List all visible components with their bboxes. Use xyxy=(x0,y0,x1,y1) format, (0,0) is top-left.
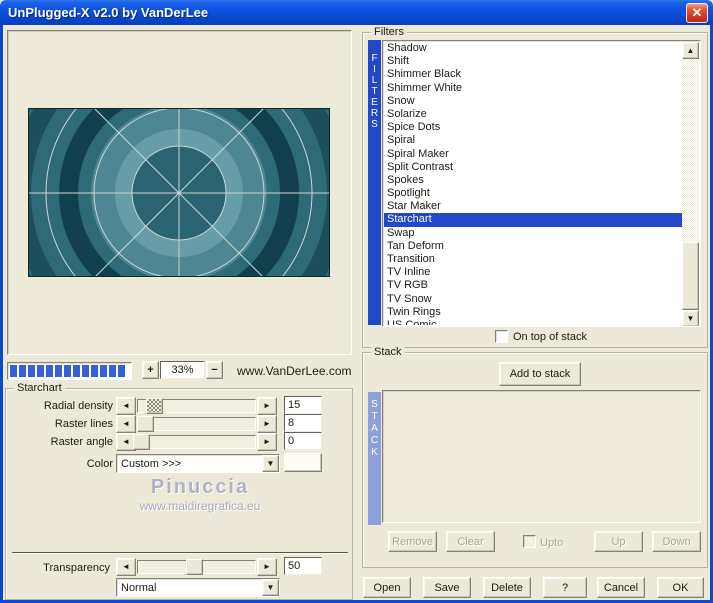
raster-lines-thumb[interactable] xyxy=(137,416,154,432)
filter-item[interactable]: Snow xyxy=(384,95,682,108)
chevron-down-icon[interactable]: ▼ xyxy=(262,579,279,596)
up-button[interactable]: Up xyxy=(594,531,643,552)
window-title: UnPlugged-X v2.0 by VanDerLee xyxy=(8,5,208,20)
radial-density-right-arrow[interactable]: ► xyxy=(257,397,277,415)
filter-scrollbar-thumb[interactable] xyxy=(682,242,699,310)
filters-group-label: Filters xyxy=(371,26,407,38)
zoom-level-field[interactable]: 33% xyxy=(160,361,205,379)
transparency-thumb[interactable] xyxy=(186,559,203,575)
watermark-site: www.maidiregrafica.eu xyxy=(55,499,345,513)
filter-item[interactable]: Spice Dots xyxy=(384,121,682,134)
cancel-button[interactable]: Cancel xyxy=(597,577,645,598)
separator-line xyxy=(12,552,348,554)
ok-button[interactable]: OK xyxy=(657,577,704,598)
filter-item[interactable]: Spiral Maker xyxy=(384,148,682,161)
filter-item[interactable]: Shadow xyxy=(384,42,682,55)
raster-lines-slider[interactable] xyxy=(137,417,256,431)
dialog-window: UnPlugged-X v2.0 by VanDerLee ✕ xyxy=(0,0,713,603)
transparency-left-arrow[interactable]: ◄ xyxy=(116,558,136,576)
on-top-of-stack-checkbox[interactable] xyxy=(495,330,508,343)
help-button[interactable]: ? xyxy=(543,577,587,598)
radial-density-value[interactable]: 15 xyxy=(284,396,322,414)
down-button[interactable]: Down xyxy=(652,531,701,552)
filter-item[interactable]: Split Contrast xyxy=(384,161,682,174)
raster-lines-right-arrow[interactable]: ► xyxy=(257,415,277,433)
zoom-in-button[interactable]: + xyxy=(142,361,159,379)
raster-angle-thumb[interactable] xyxy=(133,434,150,450)
stack-listbox[interactable] xyxy=(382,390,701,523)
radial-density-thumb[interactable] xyxy=(146,398,163,414)
open-button[interactable]: Open xyxy=(363,577,411,598)
window-border-left xyxy=(0,25,3,603)
scroll-down-icon[interactable]: ▼ xyxy=(682,310,699,327)
filter-listbox[interactable]: ShadowShiftShimmer BlackShimmer WhiteSno… xyxy=(382,40,701,327)
starchart-preview-graphic xyxy=(29,109,329,276)
filter-item[interactable]: Solarize xyxy=(384,108,682,121)
raster-angle-slider[interactable] xyxy=(137,435,256,449)
transparency-label: Transparency xyxy=(10,562,110,574)
scroll-up-icon[interactable]: ▲ xyxy=(682,42,699,59)
remove-button[interactable]: Remove xyxy=(388,531,437,552)
preview-image[interactable] xyxy=(28,108,330,277)
watermark-name: Pinuccia xyxy=(55,476,345,499)
blend-mode-dropdown[interactable]: Normal ▼ xyxy=(116,578,280,597)
progress-bar xyxy=(7,362,132,380)
filter-item[interactable]: Spokes xyxy=(384,174,682,187)
filter-scrollbar[interactable]: ▲ ▼ xyxy=(682,42,699,327)
filter-item[interactable]: Shift xyxy=(384,55,682,68)
radial-density-label: Radial density xyxy=(10,400,113,412)
filter-item[interactable]: Shimmer White xyxy=(384,82,682,95)
title-bar[interactable]: UnPlugged-X v2.0 by VanDerLee xyxy=(0,0,713,25)
raster-angle-value[interactable]: 0 xyxy=(284,432,322,450)
filter-item[interactable]: Transition xyxy=(384,253,682,266)
filter-item[interactable]: Shimmer Black xyxy=(384,68,682,81)
raster-lines-value[interactable]: 8 xyxy=(284,414,322,432)
filter-item[interactable]: TV Inline xyxy=(384,266,682,279)
raster-angle-label: Raster angle xyxy=(10,436,113,448)
delete-button[interactable]: Delete xyxy=(483,577,531,598)
stack-group-label: Stack xyxy=(371,346,405,358)
color-dropdown-value: Custom >>> xyxy=(117,458,262,470)
raster-angle-right-arrow[interactable]: ► xyxy=(257,433,277,451)
filter-item[interactable]: Twin Rings xyxy=(384,306,682,319)
close-button[interactable]: ✕ xyxy=(686,3,708,23)
color-label: Color xyxy=(10,458,113,470)
filter-item[interactable]: Spotlight xyxy=(384,187,682,200)
color-dropdown[interactable]: Custom >>> ▼ xyxy=(116,454,280,473)
raster-lines-label: Raster lines xyxy=(10,418,113,430)
raster-lines-left-arrow[interactable]: ◄ xyxy=(116,415,136,433)
vendor-website-text: www.VanDerLee.com xyxy=(237,364,352,378)
on-top-of-stack-label: On top of stack xyxy=(513,331,587,343)
starchart-group-label: Starchart xyxy=(14,382,65,394)
filter-item[interactable]: Starchart xyxy=(384,213,682,226)
filter-item[interactable]: Star Maker xyxy=(384,200,682,213)
upto-label: Upto xyxy=(540,537,563,549)
filters-side-banner: FILTERS xyxy=(368,40,381,325)
filter-item[interactable]: Swap xyxy=(384,227,682,240)
chevron-down-icon[interactable]: ▼ xyxy=(262,455,279,472)
upto-checkbox[interactable] xyxy=(523,535,536,548)
save-button[interactable]: Save xyxy=(423,577,471,598)
clear-button[interactable]: Clear xyxy=(446,531,495,552)
transparency-value[interactable]: 50 xyxy=(284,557,322,575)
filter-item[interactable]: US Comic xyxy=(384,319,682,325)
blend-mode-value: Normal xyxy=(117,582,262,594)
add-to-stack-button[interactable]: Add to stack xyxy=(499,362,581,386)
color-swatch[interactable] xyxy=(284,453,322,472)
stack-side-banner: STACK xyxy=(368,392,381,525)
transparency-right-arrow[interactable]: ► xyxy=(257,558,277,576)
zoom-out-button[interactable]: − xyxy=(206,361,223,379)
filter-list-items: ShadowShiftShimmer BlackShimmer WhiteSno… xyxy=(384,42,682,325)
filter-item[interactable]: Spiral xyxy=(384,134,682,147)
radial-density-left-arrow[interactable]: ◄ xyxy=(116,397,136,415)
filter-item[interactable]: Tan Deform xyxy=(384,240,682,253)
filter-item[interactable]: TV Snow xyxy=(384,293,682,306)
filter-item[interactable]: TV RGB xyxy=(384,279,682,292)
